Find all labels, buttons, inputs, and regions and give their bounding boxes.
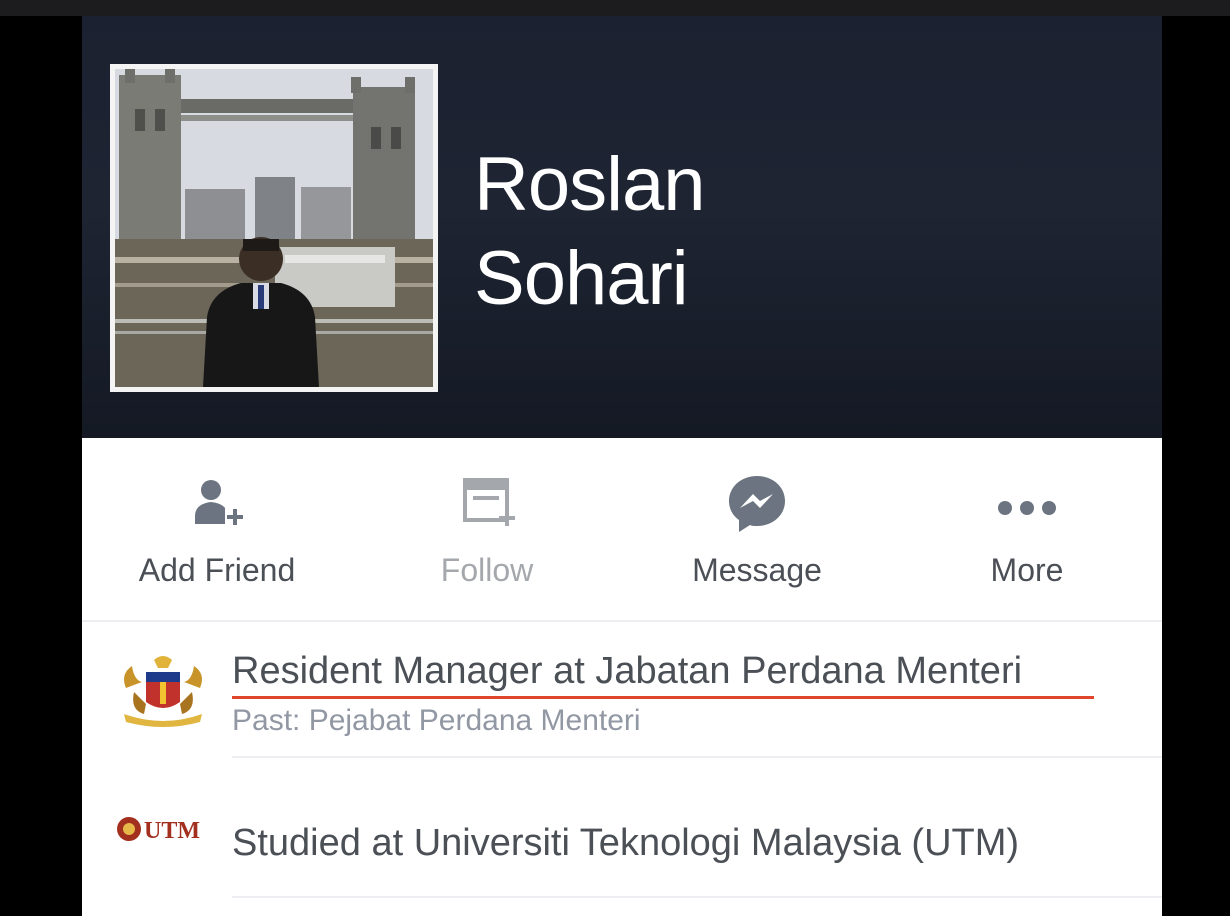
work-info-row[interactable]: Resident Manager at Jabatan Perdana Ment… <box>82 622 1162 756</box>
education-info-row[interactable]: UTM Studied at Universiti Teknologi Mala… <box>82 758 1162 898</box>
profile-screen: Roslan Sohari Add Friend Follow Message … <box>82 16 1162 916</box>
profile-action-bar: Add Friend Follow Message More <box>82 438 1162 622</box>
utm-logo-icon: UTM <box>116 814 212 849</box>
add-friend-label: Add Friend <box>138 552 296 588</box>
cover-header: Roslan Sohari <box>82 16 1162 438</box>
add-friend-icon <box>185 472 249 536</box>
status-bar-strip <box>0 0 1230 16</box>
education-title[interactable]: Studied at Universiti Teknologi Malaysia… <box>232 822 1019 865</box>
more-label: More <box>990 552 1064 588</box>
profile-last-name: Sohari <box>474 236 689 321</box>
message-button[interactable]: Message <box>622 438 892 622</box>
add-friend-button[interactable]: Add Friend <box>82 438 352 622</box>
profile-photo[interactable] <box>110 64 438 392</box>
message-label: Message <box>692 552 822 588</box>
follow-button[interactable]: Follow <box>352 438 622 622</box>
government-crest-icon <box>116 652 210 733</box>
utm-logo-text: UTM <box>144 818 200 844</box>
messenger-icon <box>725 472 789 536</box>
row-divider <box>232 896 1162 898</box>
follow-label: Follow <box>440 552 534 588</box>
profile-first-name: Roslan <box>474 142 706 227</box>
profile-name: Roslan Sohari <box>474 138 706 326</box>
work-title[interactable]: Resident Manager at Jabatan Perdana Ment… <box>232 650 1022 693</box>
more-dots-icon <box>995 472 1059 536</box>
profile-photo-image <box>115 69 433 387</box>
follow-icon <box>455 472 519 536</box>
work-subtitle: Past: Pejabat Perdana Menteri <box>232 704 641 737</box>
more-button[interactable]: More <box>892 438 1162 622</box>
highlight-underline <box>232 696 1094 699</box>
